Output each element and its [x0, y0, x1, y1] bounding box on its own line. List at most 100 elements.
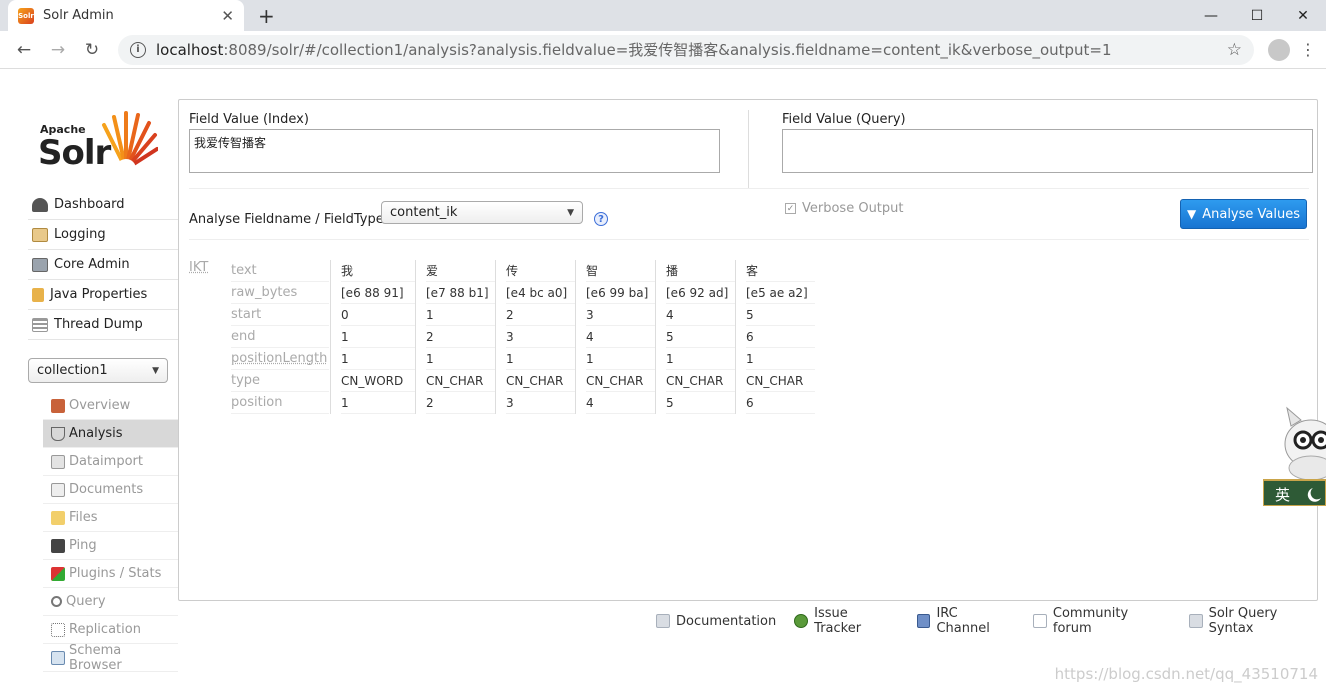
forward-icon[interactable]: → [44, 36, 72, 64]
token-end: 5 [666, 326, 735, 348]
core-nav-replication[interactable]: Replication [43, 616, 178, 644]
nav-item-logging[interactable]: Logging [28, 220, 178, 250]
core-nav-label: Plugins / Stats [69, 566, 162, 581]
back-icon[interactable]: ← [10, 36, 38, 64]
plugins-icon [51, 566, 65, 581]
reload-icon[interactable]: ↻ [78, 36, 106, 64]
solr-sun-icon [102, 111, 158, 171]
token-column: 智 [e6 99 ba] 3 4 1 CN_CHAR 4 [575, 260, 655, 414]
row-name: raw_bytes [231, 282, 329, 304]
token-column: 传 [e4 bc a0] 2 3 1 CN_CHAR 3 [495, 260, 575, 414]
solr-logo[interactable]: Apache Solr [38, 107, 160, 173]
home-icon [51, 398, 65, 413]
core-nav-label: Ping [69, 538, 97, 553]
query-icon [51, 596, 62, 607]
site-info-icon[interactable]: i [130, 41, 146, 58]
footer-link-forum[interactable]: Community forum [1032, 606, 1171, 636]
token-raw-bytes: [e6 92 ad] [666, 282, 735, 304]
browser-tabbar: Solr Solr Admin ✕ + — ☐ ✕ [0, 0, 1326, 31]
divider [189, 188, 1309, 189]
core-nav-query[interactable]: Query [43, 588, 178, 616]
core-selector[interactable]: collection1 ▼ [28, 358, 168, 383]
nav-item-thread-dump[interactable]: Thread Dump [28, 310, 178, 340]
token-position: 1 [341, 392, 415, 414]
core-nav-analysis[interactable]: Analysis [43, 420, 178, 448]
chevron-down-icon: ▼ [567, 207, 574, 218]
token-type: CN_CHAR [666, 370, 735, 392]
core-nav-plugins[interactable]: Plugins / Stats [43, 560, 178, 588]
tokenizer-stage-label[interactable]: IKT [189, 260, 208, 275]
footer-link-irc[interactable]: IRC Channel [916, 606, 1015, 636]
core-nav-documents[interactable]: Documents [43, 476, 178, 504]
token-end: 6 [746, 326, 815, 348]
analyse-values-button[interactable]: ▼ Analyse Values [1180, 199, 1307, 229]
new-tab-icon[interactable]: + [258, 4, 275, 28]
token-end: 4 [586, 326, 655, 348]
nav-item-java-properties[interactable]: Java Properties [28, 280, 178, 310]
core-nav-label: Analysis [69, 426, 123, 441]
token-position-length: 1 [746, 348, 815, 370]
row-name: position [231, 392, 329, 414]
schema-icon [51, 650, 65, 665]
browser-menu-icon[interactable]: ⋮ [1300, 40, 1316, 59]
divider [748, 110, 749, 188]
documents-icon [51, 482, 65, 497]
nav-item-dashboard[interactable]: Dashboard [28, 190, 178, 220]
help-icon[interactable]: ? [594, 212, 608, 226]
address-bar[interactable]: i localhost:8089/solr/#/collection1/anal… [118, 34, 1254, 65]
footer-link-issue-tracker[interactable]: Issue Tracker [794, 606, 898, 636]
token-position-length: 1 [586, 348, 655, 370]
footer-link-documentation[interactable]: Documentation [656, 606, 776, 636]
index-value-field[interactable] [189, 129, 720, 173]
fieldtype-select[interactable]: content_ik ▼ [381, 201, 583, 224]
token-start: 1 [426, 304, 495, 326]
token-start: 4 [666, 304, 735, 326]
verbose-output-toggle[interactable]: ✓ Verbose Output [785, 201, 904, 216]
mail-icon [1032, 614, 1047, 628]
bookmark-star-icon[interactable]: ☆ [1227, 40, 1242, 60]
solr-admin-app: Apache Solr Dashboard Logging Core Admin… [0, 69, 1326, 691]
token-text: 客 [746, 260, 815, 282]
verbose-checkbox[interactable]: ✓ [785, 203, 796, 214]
core-nav-schema-browser[interactable]: Schema Browser [43, 643, 178, 673]
core-nav-label: Documents [69, 482, 144, 497]
window-controls: — ☐ ✕ [1188, 0, 1326, 31]
maximize-icon[interactable]: ☐ [1234, 0, 1280, 31]
close-tab-icon[interactable]: ✕ [221, 7, 234, 25]
window-close-icon[interactable]: ✕ [1280, 0, 1326, 31]
token-position: 3 [506, 392, 575, 414]
files-icon [51, 510, 65, 525]
thread-icon [32, 317, 48, 332]
nav-item-label: Core Admin [54, 257, 130, 272]
token-column: 爱 [e7 88 b1] 1 2 1 CN_CHAR 2 [415, 260, 495, 414]
minimize-icon[interactable]: — [1188, 0, 1234, 31]
token-type: CN_CHAR [746, 370, 815, 392]
token-type: CN_CHAR [426, 370, 495, 392]
token-raw-bytes: [e7 88 b1] [426, 282, 495, 304]
url-text[interactable]: localhost:8089/solr/#/collection1/analys… [156, 39, 1227, 60]
query-value-field[interactable] [782, 129, 1313, 173]
import-icon [51, 454, 65, 469]
core-nav-ping[interactable]: Ping [43, 532, 178, 560]
core-nav-files[interactable]: Files [43, 504, 178, 532]
token-raw-bytes: [e6 99 ba] [586, 282, 655, 304]
watermark: https://blog.csdn.net/qq_43510714 [1054, 665, 1318, 683]
token-position: 4 [586, 392, 655, 414]
token-end: 3 [506, 326, 575, 348]
token-position-length: 1 [666, 348, 735, 370]
replication-icon [51, 622, 65, 637]
row-name: text [231, 260, 329, 282]
browser-tab[interactable]: Solr Solr Admin ✕ [8, 0, 244, 31]
token-position-length: 1 [506, 348, 575, 370]
core-nav-overview[interactable]: Overview [43, 392, 178, 420]
row-name: end [231, 326, 329, 348]
fieldtype-label: Analyse Fieldname / FieldType: [189, 212, 389, 227]
filter-icon: ▼ [1186, 207, 1197, 221]
nav-item-core-admin[interactable]: Core Admin [28, 250, 178, 280]
footer-links: Documentation Issue Tracker IRC Channel … [656, 606, 1326, 636]
profile-avatar-icon[interactable] [1268, 38, 1290, 61]
cat-mascot-icon[interactable]: 英 [1263, 404, 1326, 506]
token-end: 2 [426, 326, 495, 348]
footer-link-query-syntax[interactable]: Solr Query Syntax [1188, 606, 1326, 636]
core-nav-dataimport[interactable]: Dataimport [43, 448, 178, 476]
